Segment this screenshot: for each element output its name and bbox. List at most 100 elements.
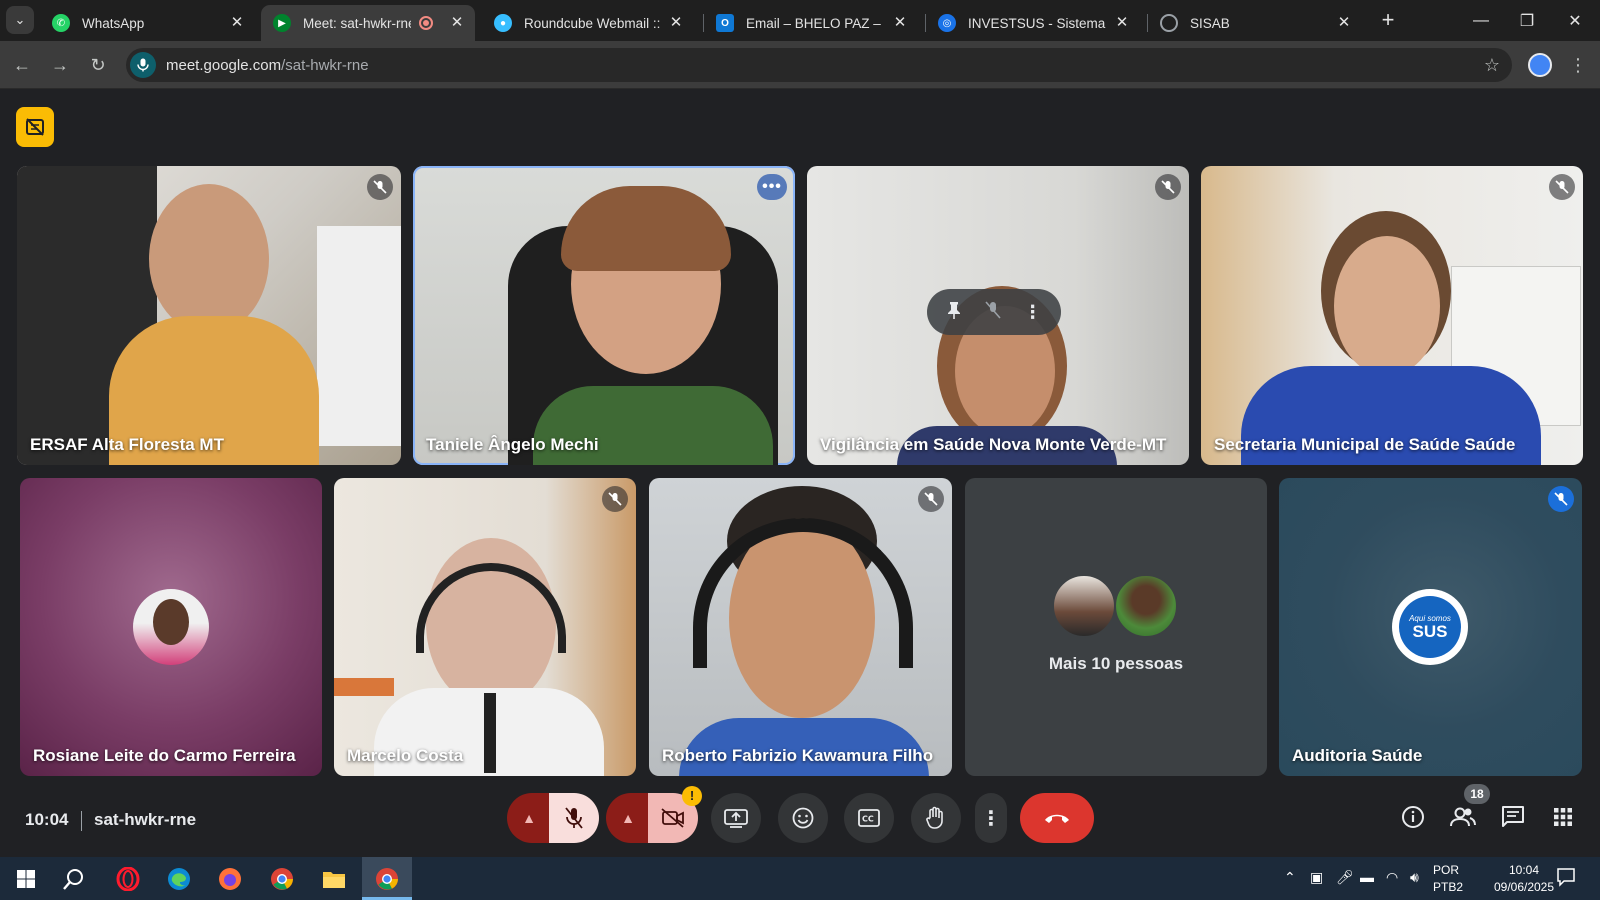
tab-outlook[interactable]: O Email – BHELO PAZ – Outlo ✕ (704, 5, 918, 41)
captions-button[interactable]: CC (844, 793, 894, 843)
meet-stage: ERSAF Alta Floresta MT ••• Taniele Ângel… (0, 90, 1600, 857)
forward-button[interactable]: → (46, 51, 74, 79)
profile-avatar[interactable] (1528, 53, 1552, 77)
search-icon[interactable] (58, 863, 90, 895)
tab-roundcube[interactable]: ● Roundcube Webmail :: Cai ✕ (482, 5, 694, 41)
meet-control-bar: 10:04 sat-hwkr-rne ▲ ▲ ! CC ⋮ 18 (0, 784, 1600, 856)
taskbar-date: 09/06/2025 (1493, 880, 1555, 894)
recording-indicator-icon (419, 16, 433, 30)
microphone-toggle-button[interactable] (549, 793, 599, 843)
restore-button[interactable]: ❐ (1504, 0, 1550, 41)
roundcube-icon: ● (494, 14, 512, 32)
battery-icon[interactable]: ▬ (1360, 869, 1374, 885)
activities-button[interactable] (1548, 802, 1578, 832)
headset-graphic (693, 518, 913, 668)
whatsapp-icon: ✆ (52, 14, 70, 32)
divider (81, 811, 82, 831)
people-icon (1450, 807, 1476, 827)
camera-off-notice-icon[interactable] (16, 107, 54, 147)
raise-hand-button[interactable] (911, 793, 961, 843)
wifi-icon[interactable]: ◠ (1386, 869, 1398, 886)
address-bar[interactable]: meet.google.com/sat-hwkr-rne ☆ (126, 48, 1512, 82)
chevron-down-icon: ⌄ (14, 12, 26, 27)
globe-icon (1160, 14, 1178, 32)
meeting-details-button[interactable] (1398, 802, 1428, 832)
captions-icon: CC (858, 809, 880, 827)
url-path: /sat-hwkr-rne (281, 56, 369, 74)
participant-name: Secretaria Municipal de Saúde Saúde (1214, 435, 1516, 454)
reload-button[interactable]: ↻ (84, 51, 112, 79)
tile-hover-controls: ⋮ (927, 289, 1061, 335)
close-icon[interactable]: ✕ (668, 15, 684, 31)
participant-tile[interactable]: Rosiane Leite do Carmo Ferreira (20, 478, 322, 776)
end-call-icon (1045, 814, 1069, 823)
chrome-icon[interactable] (266, 863, 298, 895)
keyboard-layout: PTB2 (1433, 880, 1464, 894)
microphone-tray-icon[interactable]: 🎤︎ (1336, 869, 1354, 886)
participant-name: Auditoria Saúde (1292, 746, 1423, 765)
windows-start-icon[interactable] (10, 863, 42, 895)
new-tab-button[interactable]: + (1376, 9, 1400, 33)
chevron-up-icon[interactable]: ⌃ (1284, 869, 1296, 886)
sus-logo-icon: Aqui somos SUS (1399, 596, 1461, 658)
leave-call-button[interactable] (1020, 793, 1094, 843)
muted-mic-icon (918, 486, 944, 512)
people-button[interactable] (1448, 802, 1478, 832)
investsus-icon: ◎ (938, 14, 956, 32)
close-icon[interactable]: ✕ (1114, 15, 1130, 31)
reactions-button[interactable] (778, 793, 828, 843)
minimize-button[interactable]: — (1458, 0, 1504, 41)
more-options-icon[interactable]: ••• (757, 174, 787, 200)
firefox-icon[interactable] (214, 863, 246, 895)
tab-meet[interactable]: ▶ Meet: sat-hwkr-rne ✕ (261, 5, 475, 41)
back-button[interactable]: ← (8, 51, 36, 79)
close-icon[interactable]: ✕ (1336, 15, 1352, 31)
microphone-active-icon[interactable] (130, 52, 156, 78)
language-code: POR (1433, 863, 1460, 877)
taskbar-clock[interactable]: 10:04 09/06/2025 (1489, 862, 1559, 896)
volume-icon[interactable]: 🔊︎ (1410, 869, 1419, 886)
meeting-clock: 10:04 (25, 810, 69, 829)
cabinet-background (317, 226, 401, 446)
participant-tile[interactable]: Aqui somos SUS Auditoria Saúde (1279, 478, 1582, 776)
pin-icon[interactable] (946, 301, 962, 324)
notifications-icon[interactable] (1556, 867, 1576, 890)
tab-search-button[interactable]: ⌄ (6, 6, 34, 34)
muted-mic-icon (1548, 486, 1574, 512)
bookmark-star-icon[interactable]: ☆ (1484, 55, 1500, 76)
keyboard-language[interactable]: POR PTB2 (1433, 862, 1463, 896)
chat-button[interactable] (1498, 802, 1528, 832)
windows-taskbar: ⌃ ▣ 🎤︎ ▬ ◠ 🔊︎ POR PTB2 10:04 09/06/2025 (0, 857, 1600, 900)
participant-tile-speaking[interactable]: ••• Taniele Ângelo Mechi (413, 166, 795, 465)
file-explorer-icon[interactable] (318, 863, 350, 895)
close-icon[interactable]: ✕ (892, 15, 908, 31)
edge-icon[interactable] (163, 863, 195, 895)
opera-icon[interactable] (112, 863, 144, 895)
tab-title: WhatsApp (82, 15, 145, 31)
camera-off-icon (661, 808, 684, 828)
browser-menu-icon[interactable]: ⋮ (1568, 51, 1588, 79)
present-screen-button[interactable] (711, 793, 761, 843)
mute-participant-icon[interactable] (985, 300, 1001, 324)
participant-avatar (1052, 574, 1116, 638)
audio-options-button[interactable]: ▲ (507, 793, 551, 843)
tab-investsus[interactable]: ◎ INVESTSUS - Sistema de In ✕ (926, 5, 1140, 41)
tab-title: Email – BHELO PAZ – Outlo (746, 15, 884, 31)
meet-tray-icon[interactable]: ▣ (1310, 869, 1323, 886)
tab-whatsapp[interactable]: ✆ WhatsApp ✕ (40, 5, 255, 41)
participant-tile[interactable]: Secretaria Municipal de Saúde Saúde (1201, 166, 1583, 465)
chat-icon (1502, 806, 1524, 827)
more-vert-icon[interactable]: ⋮ (1024, 302, 1042, 323)
participant-tile[interactable]: ERSAF Alta Floresta MT (17, 166, 401, 465)
close-icon[interactable]: ✕ (449, 15, 465, 31)
video-options-button[interactable]: ▲ (606, 793, 650, 843)
participant-tile[interactable]: ⋮ Vigilância em Saúde Nova Monte Verde-M… (807, 166, 1189, 465)
chrome-active-icon[interactable] (371, 863, 403, 895)
more-people-tile[interactable]: Mais 10 pessoas (965, 478, 1267, 776)
close-icon[interactable]: ✕ (229, 15, 245, 31)
more-options-button[interactable]: ⋮ (975, 793, 1007, 843)
tab-sisab[interactable]: SISAB ✕ (1148, 5, 1362, 41)
participant-tile[interactable]: Roberto Fabrizio Kawamura Filho (649, 478, 952, 776)
participant-tile[interactable]: Marcelo Costa (334, 478, 636, 776)
close-window-button[interactable]: ✕ (1552, 0, 1598, 41)
